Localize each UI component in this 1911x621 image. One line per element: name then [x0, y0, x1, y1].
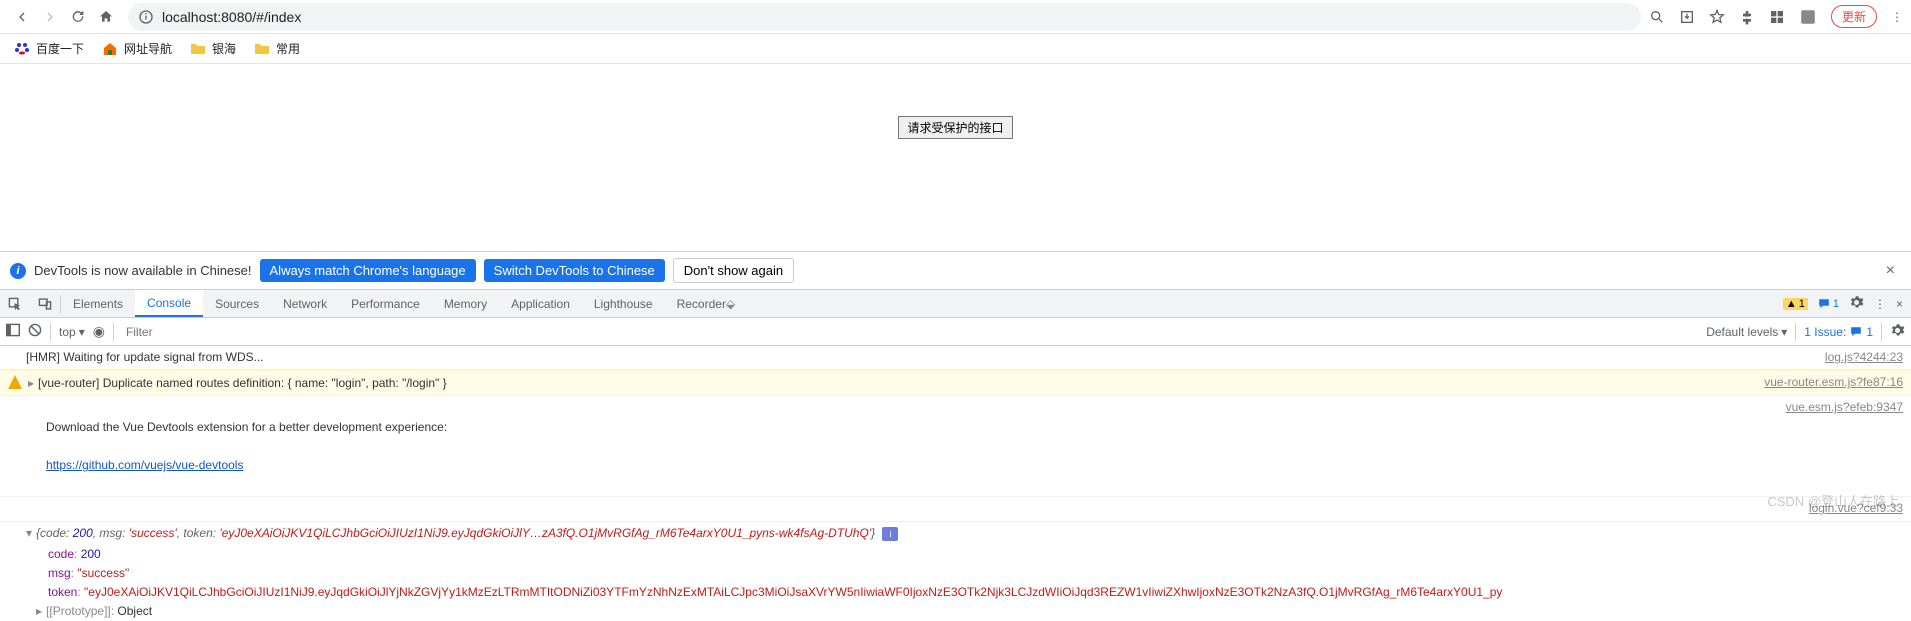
info-icon: i [10, 263, 26, 279]
reload-button[interactable] [64, 3, 92, 31]
source-link[interactable]: log.js?4244:23 [1805, 348, 1903, 367]
install-icon[interactable] [1679, 9, 1695, 25]
bookmark-label: 百度一下 [36, 40, 84, 57]
site-info-icon[interactable] [138, 9, 154, 25]
collection-icon[interactable] [1769, 9, 1785, 25]
console-messages: [HMR] Waiting for update signal from WDS… [0, 346, 1911, 621]
bookmark-baidu[interactable]: 百度一下 [14, 40, 84, 57]
object-prop: msg: "success" [0, 564, 1911, 583]
object-prop: token: "eyJ0eXAiOiJKV1QiLCJhbGciOiJIUzI1… [0, 583, 1911, 602]
warning-icon [8, 375, 22, 389]
tab-lighthouse[interactable]: Lighthouse [582, 290, 665, 317]
log-entry: login.vue?cef9:33 [0, 497, 1911, 521]
expand-icon[interactable]: ▸ [36, 604, 42, 618]
tab-application[interactable]: Application [499, 290, 582, 317]
update-button[interactable]: 更新 [1831, 5, 1877, 28]
tab-network[interactable]: Network [271, 290, 339, 317]
toolbar-right: 更新 ⋮ [1649, 5, 1903, 28]
menu-icon[interactable]: ⋮ [1891, 10, 1903, 24]
bookmark-nav[interactable]: 网址导航 [102, 40, 172, 57]
log-object-summary: ▾{code: 200, msg: 'success', token: 'eyJ… [0, 522, 1911, 545]
devtools-tabs: Elements Console Sources Network Perform… [0, 290, 1911, 318]
devtools-language-infobar: i DevTools is now available in Chinese! … [0, 252, 1911, 290]
close-icon[interactable]: × [1880, 262, 1901, 280]
expand-icon[interactable]: ▸ [28, 376, 34, 390]
zoom-icon[interactable] [1649, 9, 1665, 25]
device-toggle-icon[interactable] [30, 297, 60, 311]
url-text: localhost:8080/#/index [162, 9, 301, 25]
console-toolbar: top ▾ ◉ Default levels ▾ 1 Issue: 1 [0, 318, 1911, 346]
address-bar[interactable]: localhost:8080/#/index [128, 3, 1641, 31]
star-icon[interactable] [1709, 9, 1725, 25]
tab-performance[interactable]: Performance [339, 290, 432, 317]
issues-link[interactable]: 1 Issue: 1 [1804, 325, 1873, 339]
forward-button[interactable] [36, 3, 64, 31]
copy-badge-icon[interactable]: i [882, 527, 898, 541]
page-viewport: 请求受保护的接口 [0, 64, 1911, 252]
switch-to-chinese-button[interactable]: Switch DevTools to Chinese [484, 259, 665, 282]
filter-input[interactable] [122, 321, 1698, 343]
tab-console[interactable]: Console [135, 290, 203, 317]
browser-toolbar: localhost:8080/#/index 更新 ⋮ [0, 0, 1911, 34]
context-selector[interactable]: top ▾ [59, 325, 85, 339]
infobar-text: DevTools is now available in Chinese! [34, 263, 252, 278]
folder-icon [254, 41, 270, 57]
log-entry: Download the Vue Devtools extension for … [0, 396, 1911, 497]
home-button[interactable] [92, 3, 120, 31]
dont-show-again-button[interactable]: Don't show again [673, 258, 794, 283]
nav2345-icon [102, 41, 118, 57]
source-link[interactable]: vue.esm.js?efeb:9347 [1766, 398, 1903, 494]
always-match-button[interactable]: Always match Chrome's language [260, 259, 476, 282]
folder-icon [190, 41, 206, 57]
more-icon[interactable]: ⋮ [1874, 297, 1886, 311]
source-link[interactable]: vue-router.esm.js?fe87:16 [1744, 373, 1903, 393]
back-button[interactable] [8, 3, 36, 31]
collapse-icon[interactable]: ▾ [26, 526, 32, 540]
profile-icon[interactable] [1799, 8, 1817, 26]
devtools-link[interactable]: https://github.com/vuejs/vue-devtools [46, 458, 243, 472]
bookmark-label: 银海 [212, 40, 236, 57]
devtools-close-icon[interactable]: × [1896, 297, 1903, 311]
clear-console-icon[interactable] [28, 323, 42, 340]
tab-elements[interactable]: Elements [61, 290, 135, 317]
warning-badge[interactable]: ▲1 [1783, 298, 1808, 310]
eye-icon[interactable]: ◉ [93, 323, 105, 340]
bookmark-label: 常用 [276, 40, 300, 57]
log-text: Download the Vue Devtools extension for … [8, 398, 1766, 494]
chat-badge[interactable]: 1 [1818, 298, 1839, 310]
baidu-icon [14, 41, 30, 57]
bookmark-label: 网址导航 [124, 40, 172, 57]
tab-sources[interactable]: Sources [203, 290, 271, 317]
inspect-icon[interactable] [0, 297, 30, 311]
tab-memory[interactable]: Memory [432, 290, 499, 317]
tab-recorder[interactable]: Recorder ⬙ [665, 290, 748, 317]
console-sidebar-toggle-icon[interactable] [6, 323, 20, 340]
settings-icon[interactable] [1849, 295, 1864, 313]
bookmark-common[interactable]: 常用 [254, 40, 300, 57]
levels-selector[interactable]: Default levels ▾ [1706, 325, 1787, 339]
log-entry: [HMR] Waiting for update signal from WDS… [0, 346, 1911, 370]
log-text: [HMR] Waiting for update signal from WDS… [8, 348, 1805, 367]
object-proto: ▸[[Prototype]]: Object [0, 602, 1911, 621]
extension-icon[interactable] [1739, 9, 1755, 25]
bookmark-yinhai[interactable]: 银海 [190, 40, 236, 57]
request-protected-button[interactable]: 请求受保护的接口 [898, 116, 1012, 139]
log-entry-warning: ▸[vue-router] Duplicate named routes def… [0, 370, 1911, 396]
bookmarks-bar: 百度一下 网址导航 银海 常用 [0, 34, 1911, 64]
log-text: ▸[vue-router] Duplicate named routes def… [8, 373, 1744, 393]
object-prop: code: 200 [0, 545, 1911, 564]
console-settings-icon[interactable] [1890, 323, 1905, 341]
source-link[interactable]: login.vue?cef9:33 [1789, 499, 1903, 518]
